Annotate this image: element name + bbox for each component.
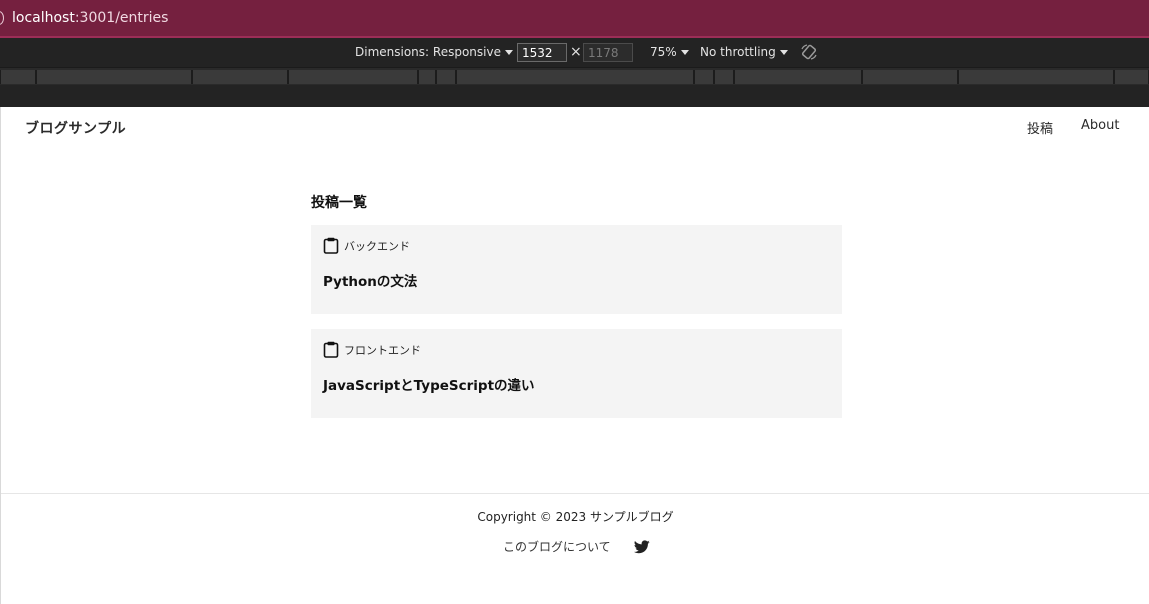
media-query-bar — [0, 67, 1149, 85]
page-viewport: ブログサンプル 投稿 About 投稿一覧 バックエンド Pythonの文法 フ… — [0, 107, 1149, 604]
media-query-segment[interactable] — [456, 70, 694, 84]
media-query-segment[interactable] — [418, 70, 436, 84]
media-query-segment[interactable] — [958, 70, 1114, 84]
entry-card[interactable]: バックエンド Pythonの文法 — [311, 225, 842, 314]
device-toolbar: Dimensions: Responsive 1532 × 1178 75% N… — [0, 38, 1149, 67]
caret-down-icon — [680, 50, 689, 55]
zoom-dropdown[interactable]: 75% — [650, 45, 689, 59]
media-query-segment[interactable] — [734, 70, 862, 84]
media-query-segment[interactable] — [694, 70, 714, 84]
media-query-segment[interactable] — [0, 70, 36, 84]
rotate-icon[interactable] — [800, 43, 818, 61]
site-info-icon[interactable] — [0, 11, 4, 25]
entry-category: フロントエンド — [323, 341, 421, 358]
entry-category: バックエンド — [323, 237, 410, 254]
media-query-segment[interactable] — [288, 70, 418, 84]
caret-down-icon — [504, 50, 513, 55]
clipboard-icon — [323, 237, 339, 254]
media-query-segment[interactable] — [36, 70, 192, 84]
media-query-segment[interactable] — [1114, 70, 1149, 84]
url-host: localhost — [12, 10, 75, 26]
throttling-label: No throttling — [700, 45, 776, 59]
zoom-label: 75% — [650, 45, 677, 59]
nav-link-posts[interactable]: 投稿 — [1027, 118, 1053, 137]
dimensions-label: Dimensions: Responsive — [355, 45, 501, 59]
media-query-segment[interactable] — [436, 70, 456, 84]
url-path: :3001/entries — [74, 10, 169, 26]
entry-card[interactable]: フロントエンド JavaScriptとTypeScriptの違い — [311, 329, 842, 418]
url-text[interactable]: localhost:3001/entries — [12, 10, 168, 26]
category-label: フロントエンド — [344, 343, 421, 357]
caret-down-icon — [779, 50, 788, 55]
site-title[interactable]: ブログサンプル — [25, 118, 126, 138]
entry-title[interactable]: Pythonの文法 — [323, 270, 417, 290]
media-query-segment[interactable] — [714, 70, 734, 84]
times-separator: × — [570, 44, 582, 60]
height-input[interactable]: 1178 — [583, 43, 633, 62]
page-heading: 投稿一覧 — [311, 195, 367, 211]
devtools-spacer — [0, 85, 1149, 107]
footer-copyright: Copyright © 2023 サンプルブログ — [477, 510, 674, 524]
media-query-segment[interactable] — [192, 70, 288, 84]
dimensions-dropdown[interactable]: Dimensions: Responsive — [355, 45, 513, 59]
browser-address-bar[interactable]: localhost:3001/entries — [0, 0, 1149, 38]
nav-link-about[interactable]: About — [1081, 118, 1119, 133]
entry-title[interactable]: JavaScriptとTypeScriptの違い — [323, 374, 535, 394]
width-input[interactable]: 1532 — [517, 43, 567, 62]
media-query-segment[interactable] — [862, 70, 958, 84]
twitter-icon[interactable] — [633, 539, 650, 554]
footer-divider — [1, 493, 1149, 494]
category-label: バックエンド — [344, 239, 410, 253]
throttling-dropdown[interactable]: No throttling — [700, 45, 788, 59]
footer-about-link[interactable]: このブログについて — [503, 538, 611, 555]
footer-links: このブログについて — [503, 538, 650, 555]
clipboard-icon — [323, 341, 339, 358]
